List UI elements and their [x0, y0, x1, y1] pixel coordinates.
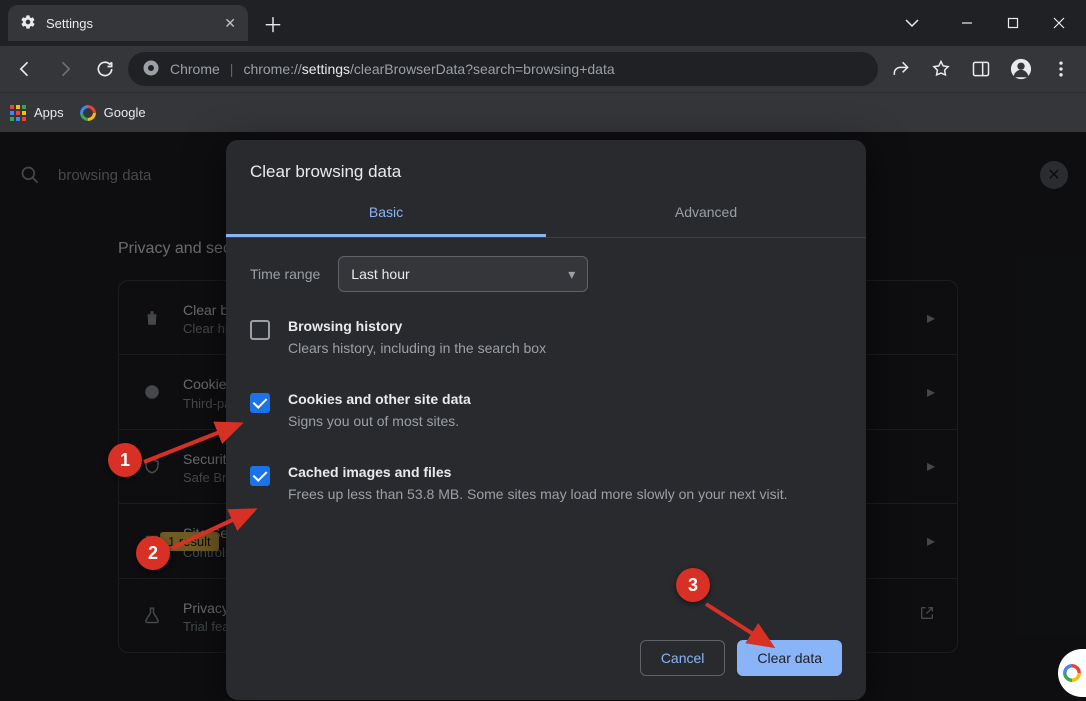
omnibox-chip: Chrome [170, 61, 220, 77]
dialog-tabs: Basic Advanced [226, 190, 866, 238]
chevron-right-icon: ▸ [927, 456, 935, 476]
window-close-button[interactable] [1036, 7, 1082, 39]
omnibox-separator: | [230, 61, 234, 77]
tab-advanced[interactable]: Advanced [546, 190, 866, 237]
bookmarks-bar: Apps Google [0, 92, 1086, 132]
time-range-row: Time range Last hour ▾ [250, 256, 842, 292]
chevron-down-icon: ▾ [568, 266, 575, 283]
new-tab-button[interactable]: ＋ [258, 8, 288, 38]
bookmark-label: Apps [34, 105, 64, 120]
slack-icon [1063, 664, 1081, 682]
checkbox-cookies[interactable] [250, 393, 270, 413]
flask-icon [141, 606, 163, 624]
clear-data-button[interactable]: Clear data [737, 640, 842, 676]
cancel-button[interactable]: Cancel [640, 640, 726, 676]
profile-avatar-button[interactable] [1004, 52, 1038, 86]
chevron-right-icon: ▸ [927, 531, 935, 551]
url-host: settings [302, 61, 350, 77]
gear-icon [20, 14, 36, 33]
apps-grid-icon [10, 105, 26, 121]
url-path: /clearBrowserData?search=browsing+data [350, 61, 615, 77]
clear-search-button[interactable]: ✕ [1040, 161, 1068, 189]
open-external-icon [919, 605, 935, 626]
tab-settings[interactable]: Settings ✕ [8, 5, 248, 41]
dialog-title: Clear browsing data [226, 140, 866, 190]
option-cache[interactable]: Cached images and files Frees up less th… [250, 448, 842, 521]
side-panel-button[interactable] [964, 52, 998, 86]
bookmark-google[interactable]: Google [80, 105, 146, 121]
cookie-icon [141, 383, 163, 401]
window-minimize-button[interactable] [944, 7, 990, 39]
browser-toolbar: Chrome | chrome://settings/clearBrowserD… [0, 46, 1086, 92]
dialog-body: Time range Last hour ▾ Browsing history … [226, 238, 866, 624]
chevron-right-icon: ▸ [927, 308, 935, 328]
tab-title: Settings [46, 16, 93, 31]
search-query: browsing data [58, 167, 151, 184]
option-browsing-history[interactable]: Browsing history Clears history, includi… [250, 302, 842, 375]
url-scheme: chrome:// [243, 61, 301, 77]
window-maximize-button[interactable] [990, 7, 1036, 39]
bookmark-apps[interactable]: Apps [10, 105, 64, 121]
reload-button[interactable] [88, 52, 122, 86]
search-icon [18, 163, 42, 187]
option-title: Browsing history [288, 318, 546, 334]
close-tab-icon[interactable]: ✕ [224, 15, 236, 32]
window-controls [898, 0, 1086, 46]
tab-basic[interactable]: Basic [226, 190, 546, 237]
search-result-badge: 1 result [160, 532, 219, 551]
back-button[interactable] [8, 52, 42, 86]
option-desc: Frees up less than 53.8 MB. Some sites m… [288, 484, 788, 505]
tab-search-caret-icon[interactable] [898, 9, 926, 37]
clear-browsing-data-dialog: Clear browsing data Basic Advanced Time … [226, 140, 866, 700]
tab-strip: Settings ✕ ＋ [0, 0, 898, 46]
checkbox-cache[interactable] [250, 466, 270, 486]
share-button[interactable] [884, 52, 918, 86]
option-title: Cached images and files [288, 464, 788, 480]
window-titlebar: Settings ✕ ＋ [0, 0, 1086, 46]
time-range-dropdown[interactable]: Last hour ▾ [338, 256, 588, 292]
omnibox-url: chrome://settings/clearBrowserData?searc… [243, 61, 614, 77]
bookmark-label: Google [104, 105, 146, 120]
option-cookies[interactable]: Cookies and other site data Signs you ou… [250, 375, 842, 448]
kebab-menu-button[interactable] [1044, 52, 1078, 86]
time-range-label: Time range [250, 266, 320, 282]
dialog-footer: Cancel Clear data [226, 624, 866, 700]
forward-button[interactable] [48, 52, 82, 86]
address-bar[interactable]: Chrome | chrome://settings/clearBrowserD… [128, 52, 878, 86]
option-title: Cookies and other site data [288, 391, 471, 407]
checkbox-browsing-history[interactable] [250, 320, 270, 340]
trash-icon [141, 309, 163, 327]
google-icon [80, 105, 96, 121]
chevron-right-icon: ▸ [927, 382, 935, 402]
option-desc: Clears history, including in the search … [288, 338, 546, 359]
dropdown-value: Last hour [351, 266, 409, 282]
bookmark-star-button[interactable] [924, 52, 958, 86]
shield-icon [141, 457, 163, 475]
option-desc: Signs you out of most sites. [288, 411, 471, 432]
chrome-logo-icon [142, 59, 160, 80]
